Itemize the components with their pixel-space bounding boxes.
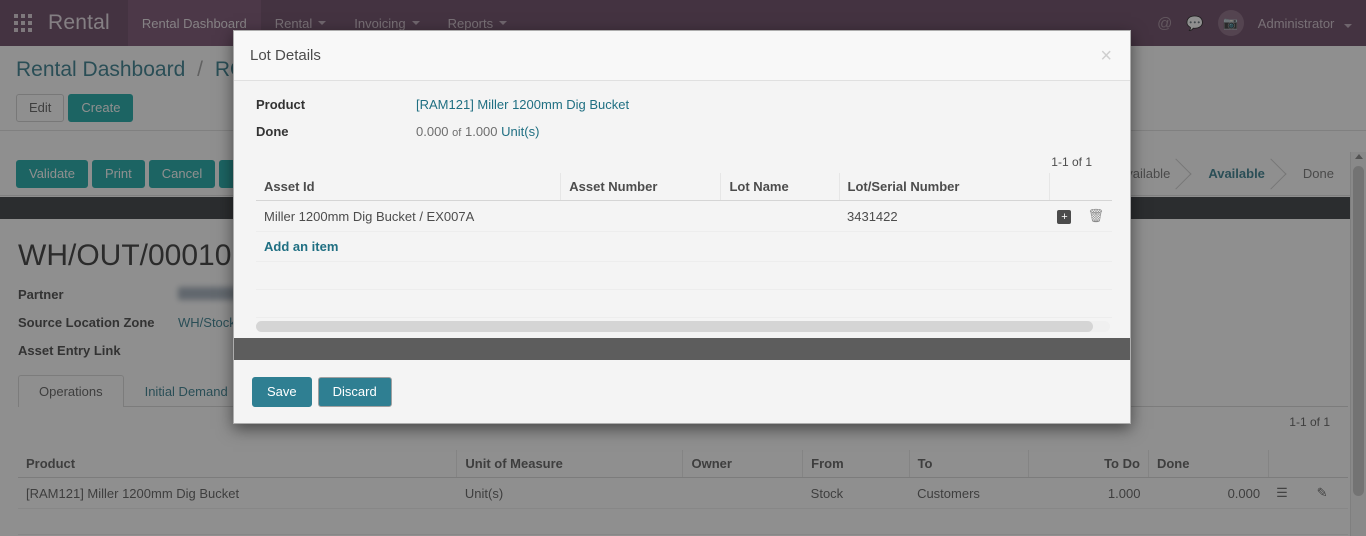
field-value-product[interactable]: [RAM121] Miller 1200mm Dig Bucket xyxy=(416,97,629,112)
column-header-actions-2 xyxy=(1079,173,1112,201)
field-label: Product xyxy=(256,97,306,112)
field-label: Done xyxy=(256,124,289,139)
table-row[interactable]: Miller 1200mm Dig Bucket / EX007A 343142… xyxy=(256,200,1112,232)
scrollbar-thumb[interactable] xyxy=(256,321,1093,332)
plus-square-icon[interactable]: + xyxy=(1049,200,1080,232)
dialog-header: Lot Details × xyxy=(234,31,1130,81)
cell-asset-id: Miller 1200mm Dig Bucket / EX007A xyxy=(256,200,561,232)
column-header-asset-id: Asset Id xyxy=(256,173,562,201)
column-header-lot-serial-number: Lot/Serial Number xyxy=(839,173,1050,201)
dialog-pager: 1-1 of 1 xyxy=(1051,155,1092,169)
dialog-body: Product [RAM121] Miller 1200mm Dig Bucke… xyxy=(234,81,1130,338)
dialog-field-product: Product [RAM121] Miller 1200mm Dig Bucke… xyxy=(256,97,1112,112)
discard-button[interactable]: Discard xyxy=(317,376,392,407)
done-uom: Unit(s) xyxy=(501,124,540,139)
add-an-item-link[interactable]: Add an item xyxy=(264,239,338,254)
dialog-grey-band xyxy=(234,338,1130,360)
done-total: 1.000 xyxy=(464,124,498,139)
lot-details-dialog: Lot Details × Product [RAM121] Miller 12… xyxy=(233,30,1131,424)
lot-details-table: Asset Id Asset Number Lot Name Lot/Seria… xyxy=(256,173,1112,318)
dialog-horizontal-scrollbar[interactable] xyxy=(256,321,1110,332)
column-header-lot-name: Lot Name xyxy=(720,173,840,201)
dialog-field-done: Done 0.000 of 1.000 Unit(s) xyxy=(256,124,1112,139)
trash-icon[interactable]: 🗑 xyxy=(1079,200,1112,232)
cell-asset-number xyxy=(560,200,721,232)
cell-lot-serial-number: 3431422 xyxy=(839,200,1050,232)
done-of-label: of xyxy=(452,127,462,139)
dialog-title: Lot Details xyxy=(250,47,321,64)
column-header-asset-number: Asset Number xyxy=(560,173,722,201)
column-header-actions xyxy=(1049,173,1080,201)
add-item-row[interactable]: Add an item xyxy=(256,231,1112,262)
table-row-blank-2 xyxy=(256,289,1112,318)
table-header-row: Asset Id Asset Number Lot Name Lot/Seria… xyxy=(256,173,1112,201)
save-button[interactable]: Save xyxy=(252,376,312,407)
table-row-blank-1 xyxy=(256,261,1112,290)
close-icon[interactable]: × xyxy=(1098,46,1114,66)
dialog-footer: Save Discard xyxy=(234,360,1130,423)
done-quantity[interactable]: 0.000 xyxy=(416,124,449,139)
cell-lot-name xyxy=(720,200,839,232)
field-value-done: 0.000 of 1.000 Unit(s) xyxy=(416,124,539,139)
